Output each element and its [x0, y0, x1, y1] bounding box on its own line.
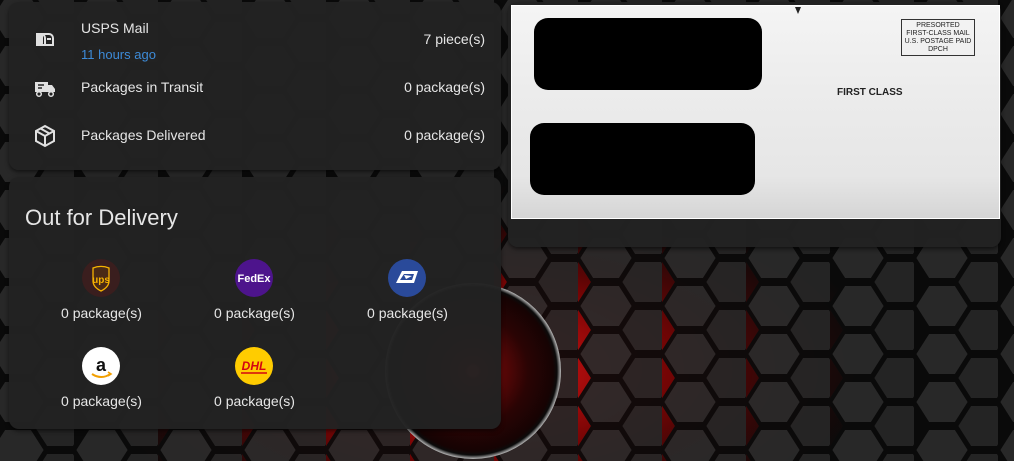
svg-text:ups: ups: [92, 275, 110, 286]
out-for-delivery-card: Out for Delivery ups 0 package(s) FedEx …: [9, 177, 501, 429]
envelope-mark: [795, 7, 801, 14]
usps-eagle-logo-icon: [387, 258, 427, 298]
in-transit-label: Packages in Transit: [81, 79, 204, 95]
usps-mail-label: USPS Mail: [81, 20, 149, 36]
carrier-usps[interactable]: 0 package(s): [331, 258, 484, 338]
dhl-logo-icon: DHL: [234, 346, 274, 386]
in-transit-count: 0 package(s): [404, 79, 485, 95]
truck-icon: [33, 76, 57, 100]
usps-mail-count: 7 piece(s): [423, 31, 485, 47]
card-title: Out for Delivery: [25, 205, 178, 230]
carrier-fedex[interactable]: FedEx 0 package(s): [178, 258, 331, 338]
fedex-logo-icon: FedEx: [234, 258, 274, 298]
mailbox-icon: [33, 27, 57, 51]
postage-permit-box: PRESORTED FIRST-CLASS MAIL U.S. POSTAGE …: [901, 19, 975, 56]
last-updated-time: 11 hours ago: [81, 47, 156, 62]
package-icon: [33, 124, 57, 148]
fedex-package-count: 0 package(s): [214, 305, 295, 321]
packages-in-transit-row[interactable]: Packages in Transit 0 package(s): [9, 66, 501, 106]
carrier-amazon[interactable]: a 0 package(s): [25, 346, 178, 426]
ups-package-count: 0 package(s): [61, 305, 142, 321]
permit-line: U.S. POSTAGE PAID: [904, 37, 972, 45]
delivered-label: Packages Delivered: [81, 127, 206, 143]
permit-line: PRESORTED: [916, 21, 960, 29]
svg-text:DHL: DHL: [242, 359, 267, 373]
packages-delivered-row[interactable]: Packages Delivered 0 package(s): [9, 114, 501, 154]
redacted-recipient: [530, 123, 755, 195]
amazon-logo-icon: a: [81, 346, 121, 386]
mail-camera-card: PRESORTED FIRST-CLASS MAIL U.S. POSTAGE …: [508, 2, 1001, 247]
ups-logo-icon: ups: [81, 258, 121, 298]
permit-line: DPCH: [928, 45, 948, 53]
permit-line: FIRST-CLASS MAIL: [906, 29, 970, 37]
carrier-dhl[interactable]: DHL 0 package(s): [178, 346, 331, 426]
usps-package-count: 0 package(s): [367, 305, 448, 321]
carrier-ups[interactable]: ups 0 package(s): [25, 258, 178, 338]
mail-summary-card: USPS Mail 11 hours ago 7 piece(s) Packag…: [9, 2, 501, 170]
first-class-label: FIRST CLASS: [837, 87, 903, 98]
mail-piece-image[interactable]: PRESORTED FIRST-CLASS MAIL U.S. POSTAGE …: [511, 5, 1000, 219]
amazon-package-count: 0 package(s): [61, 393, 142, 409]
redacted-sender: [534, 18, 762, 90]
dhl-package-count: 0 package(s): [214, 393, 295, 409]
delivered-count: 0 package(s): [404, 127, 485, 143]
usps-mail-row[interactable]: USPS Mail 11 hours ago 7 piece(s): [9, 10, 501, 62]
svg-text:a: a: [96, 355, 107, 375]
